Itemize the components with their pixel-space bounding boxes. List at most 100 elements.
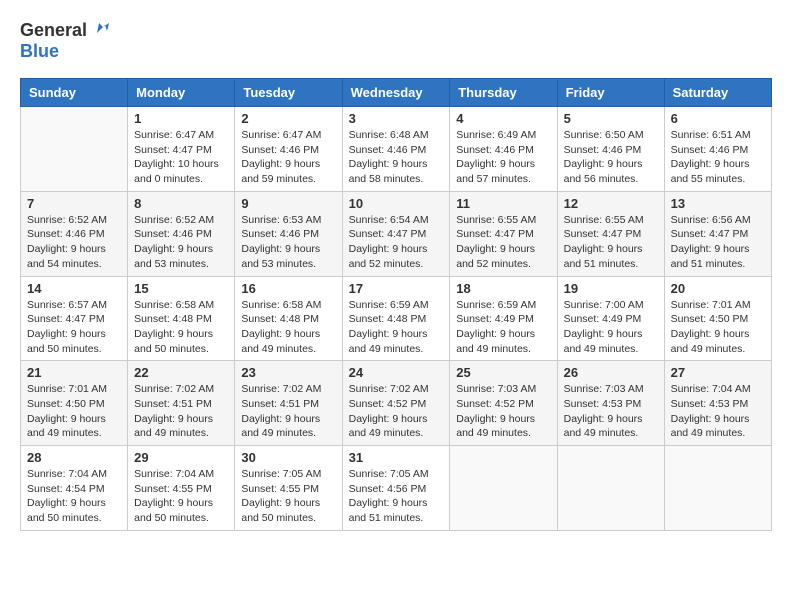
weekday-header-monday: Monday bbox=[128, 79, 235, 107]
calendar-cell: 12 Sunrise: 6:55 AM Sunset: 4:47 PM Dayli… bbox=[557, 191, 664, 276]
day-number: 7 bbox=[27, 196, 121, 211]
calendar-cell: 20 Sunrise: 7:01 AM Sunset: 4:50 PM Dayli… bbox=[664, 276, 771, 361]
calendar-cell bbox=[450, 446, 557, 531]
day-info: Sunrise: 6:52 AM Sunset: 4:46 PM Dayligh… bbox=[27, 213, 121, 272]
day-number: 4 bbox=[456, 111, 550, 126]
calendar-cell: 11 Sunrise: 6:55 AM Sunset: 4:47 PM Dayli… bbox=[450, 191, 557, 276]
weekday-header-sunday: Sunday bbox=[21, 79, 128, 107]
calendar-cell: 18 Sunrise: 6:59 AM Sunset: 4:49 PM Dayli… bbox=[450, 276, 557, 361]
day-number: 15 bbox=[134, 281, 228, 296]
day-number: 10 bbox=[349, 196, 444, 211]
day-number: 9 bbox=[241, 196, 335, 211]
calendar-cell: 30 Sunrise: 7:05 AM Sunset: 4:55 PM Dayli… bbox=[235, 446, 342, 531]
day-info: Sunrise: 6:55 AM Sunset: 4:47 PM Dayligh… bbox=[564, 213, 658, 272]
calendar-cell: 13 Sunrise: 6:56 AM Sunset: 4:47 PM Dayli… bbox=[664, 191, 771, 276]
week-row-5: 28 Sunrise: 7:04 AM Sunset: 4:54 PM Dayli… bbox=[21, 446, 772, 531]
day-info: Sunrise: 7:00 AM Sunset: 4:49 PM Dayligh… bbox=[564, 298, 658, 357]
calendar-cell: 7 Sunrise: 6:52 AM Sunset: 4:46 PM Daylig… bbox=[21, 191, 128, 276]
calendar-cell bbox=[664, 446, 771, 531]
day-number: 14 bbox=[27, 281, 121, 296]
day-number: 11 bbox=[456, 196, 550, 211]
day-info: Sunrise: 6:51 AM Sunset: 4:46 PM Dayligh… bbox=[671, 128, 765, 187]
day-number: 25 bbox=[456, 365, 550, 380]
calendar-cell: 19 Sunrise: 7:00 AM Sunset: 4:49 PM Dayli… bbox=[557, 276, 664, 361]
day-info: Sunrise: 7:04 AM Sunset: 4:55 PM Dayligh… bbox=[134, 467, 228, 526]
day-info: Sunrise: 6:58 AM Sunset: 4:48 PM Dayligh… bbox=[241, 298, 335, 357]
calendar-table: SundayMondayTuesdayWednesdayThursdayFrid… bbox=[20, 78, 772, 531]
day-info: Sunrise: 7:03 AM Sunset: 4:53 PM Dayligh… bbox=[564, 382, 658, 441]
calendar-cell: 14 Sunrise: 6:57 AM Sunset: 4:47 PM Dayli… bbox=[21, 276, 128, 361]
day-number: 1 bbox=[134, 111, 228, 126]
day-number: 19 bbox=[564, 281, 658, 296]
day-info: Sunrise: 6:59 AM Sunset: 4:48 PM Dayligh… bbox=[349, 298, 444, 357]
day-number: 31 bbox=[349, 450, 444, 465]
day-info: Sunrise: 7:05 AM Sunset: 4:56 PM Dayligh… bbox=[349, 467, 444, 526]
weekday-header-wednesday: Wednesday bbox=[342, 79, 450, 107]
calendar-cell: 26 Sunrise: 7:03 AM Sunset: 4:53 PM Dayli… bbox=[557, 361, 664, 446]
calendar-cell: 23 Sunrise: 7:02 AM Sunset: 4:51 PM Dayli… bbox=[235, 361, 342, 446]
day-info: Sunrise: 6:50 AM Sunset: 4:46 PM Dayligh… bbox=[564, 128, 658, 187]
day-number: 27 bbox=[671, 365, 765, 380]
calendar-cell: 6 Sunrise: 6:51 AM Sunset: 4:46 PM Daylig… bbox=[664, 107, 771, 192]
logo-bird-icon bbox=[89, 21, 109, 41]
day-info: Sunrise: 6:48 AM Sunset: 4:46 PM Dayligh… bbox=[349, 128, 444, 187]
logo: General Blue bbox=[20, 20, 109, 62]
day-info: Sunrise: 7:04 AM Sunset: 4:54 PM Dayligh… bbox=[27, 467, 121, 526]
day-info: Sunrise: 6:56 AM Sunset: 4:47 PM Dayligh… bbox=[671, 213, 765, 272]
calendar-cell: 22 Sunrise: 7:02 AM Sunset: 4:51 PM Dayli… bbox=[128, 361, 235, 446]
day-number: 13 bbox=[671, 196, 765, 211]
day-number: 23 bbox=[241, 365, 335, 380]
day-number: 18 bbox=[456, 281, 550, 296]
calendar-cell: 28 Sunrise: 7:04 AM Sunset: 4:54 PM Dayli… bbox=[21, 446, 128, 531]
day-info: Sunrise: 6:57 AM Sunset: 4:47 PM Dayligh… bbox=[27, 298, 121, 357]
day-info: Sunrise: 6:47 AM Sunset: 4:46 PM Dayligh… bbox=[241, 128, 335, 187]
day-number: 28 bbox=[27, 450, 121, 465]
day-info: Sunrise: 6:53 AM Sunset: 4:46 PM Dayligh… bbox=[241, 213, 335, 272]
day-number: 30 bbox=[241, 450, 335, 465]
calendar-cell: 4 Sunrise: 6:49 AM Sunset: 4:46 PM Daylig… bbox=[450, 107, 557, 192]
week-row-2: 7 Sunrise: 6:52 AM Sunset: 4:46 PM Daylig… bbox=[21, 191, 772, 276]
day-number: 5 bbox=[564, 111, 658, 126]
day-number: 17 bbox=[349, 281, 444, 296]
calendar-cell bbox=[21, 107, 128, 192]
day-number: 24 bbox=[349, 365, 444, 380]
day-number: 12 bbox=[564, 196, 658, 211]
calendar-cell: 27 Sunrise: 7:04 AM Sunset: 4:53 PM Dayli… bbox=[664, 361, 771, 446]
day-number: 3 bbox=[349, 111, 444, 126]
calendar-cell: 24 Sunrise: 7:02 AM Sunset: 4:52 PM Dayli… bbox=[342, 361, 450, 446]
day-info: Sunrise: 6:49 AM Sunset: 4:46 PM Dayligh… bbox=[456, 128, 550, 187]
day-info: Sunrise: 7:01 AM Sunset: 4:50 PM Dayligh… bbox=[671, 298, 765, 357]
day-info: Sunrise: 7:05 AM Sunset: 4:55 PM Dayligh… bbox=[241, 467, 335, 526]
week-row-3: 14 Sunrise: 6:57 AM Sunset: 4:47 PM Dayli… bbox=[21, 276, 772, 361]
logo-general: General bbox=[20, 20, 87, 41]
day-info: Sunrise: 7:02 AM Sunset: 4:52 PM Dayligh… bbox=[349, 382, 444, 441]
calendar-cell: 1Sunrise: 6:47 AM Sunset: 4:47 PM Daylig… bbox=[128, 107, 235, 192]
calendar-cell: 25 Sunrise: 7:03 AM Sunset: 4:52 PM Dayli… bbox=[450, 361, 557, 446]
week-row-4: 21Sunrise: 7:01 AM Sunset: 4:50 PM Dayli… bbox=[21, 361, 772, 446]
day-info: Sunrise: 6:59 AM Sunset: 4:49 PM Dayligh… bbox=[456, 298, 550, 357]
day-number: 8 bbox=[134, 196, 228, 211]
calendar-cell: 15Sunrise: 6:58 AM Sunset: 4:48 PM Dayli… bbox=[128, 276, 235, 361]
day-number: 6 bbox=[671, 111, 765, 126]
day-info: Sunrise: 7:02 AM Sunset: 4:51 PM Dayligh… bbox=[241, 382, 335, 441]
weekday-header-friday: Friday bbox=[557, 79, 664, 107]
header: General Blue bbox=[20, 20, 772, 62]
week-row-1: 1Sunrise: 6:47 AM Sunset: 4:47 PM Daylig… bbox=[21, 107, 772, 192]
calendar-cell: 9 Sunrise: 6:53 AM Sunset: 4:46 PM Daylig… bbox=[235, 191, 342, 276]
day-info: Sunrise: 7:03 AM Sunset: 4:52 PM Dayligh… bbox=[456, 382, 550, 441]
day-info: Sunrise: 6:54 AM Sunset: 4:47 PM Dayligh… bbox=[349, 213, 444, 272]
day-info: Sunrise: 6:55 AM Sunset: 4:47 PM Dayligh… bbox=[456, 213, 550, 272]
day-info: Sunrise: 7:02 AM Sunset: 4:51 PM Dayligh… bbox=[134, 382, 228, 441]
logo-blue: Blue bbox=[20, 41, 59, 62]
calendar-cell: 8 Sunrise: 6:52 AM Sunset: 4:46 PM Daylig… bbox=[128, 191, 235, 276]
weekday-header-tuesday: Tuesday bbox=[235, 79, 342, 107]
calendar-cell: 3 Sunrise: 6:48 AM Sunset: 4:46 PM Daylig… bbox=[342, 107, 450, 192]
weekday-header-saturday: Saturday bbox=[664, 79, 771, 107]
day-info: Sunrise: 7:04 AM Sunset: 4:53 PM Dayligh… bbox=[671, 382, 765, 441]
day-info: Sunrise: 6:52 AM Sunset: 4:46 PM Dayligh… bbox=[134, 213, 228, 272]
calendar-cell: 31 Sunrise: 7:05 AM Sunset: 4:56 PM Dayli… bbox=[342, 446, 450, 531]
day-number: 20 bbox=[671, 281, 765, 296]
day-number: 22 bbox=[134, 365, 228, 380]
weekday-header-thursday: Thursday bbox=[450, 79, 557, 107]
day-number: 26 bbox=[564, 365, 658, 380]
